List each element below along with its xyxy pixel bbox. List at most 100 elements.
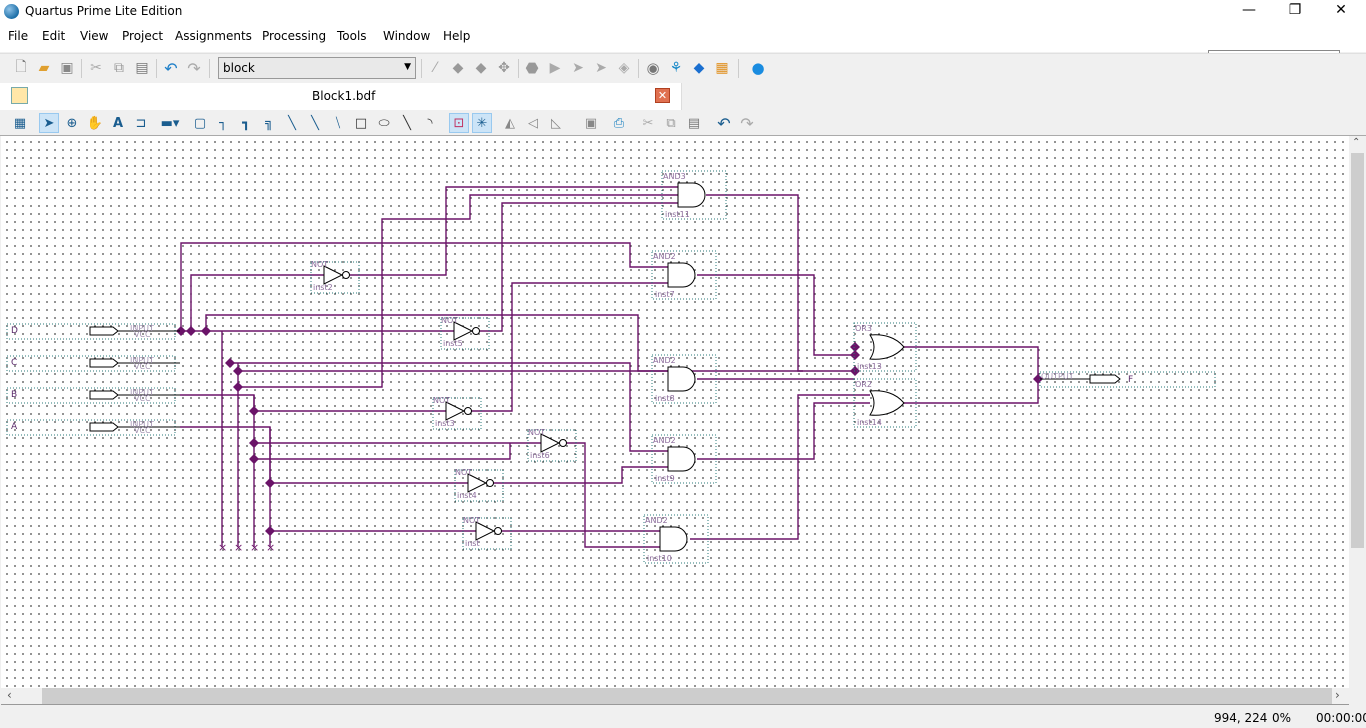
scroll-left-icon[interactable]: ‹ [7,688,12,702]
schematic-canvas[interactable]: D INPUT VCC C INPUT VCC B INPUT VCC A INPUT VCC OUTP… [1,136,1349,688]
save-icon[interactable]: ▣ [57,58,77,78]
new-file-icon[interactable]: 🗋 [11,58,31,78]
copy-icon[interactable]: ⧉ [109,58,129,78]
junction-dot [265,526,275,536]
rubberbanding-icon[interactable]: ⊡ [449,113,469,133]
diagonal-bus-tool-icon[interactable]: ╲ [305,113,325,133]
menu-tools[interactable]: Tools [337,29,367,43]
start-fitter-icon[interactable]: ➤ [591,58,611,78]
gate-inst: inst7 [655,290,675,299]
block-tool-icon[interactable]: ▢ [190,113,210,133]
arc-tool-icon[interactable]: ◝ [420,113,440,133]
input-pin-d [6,323,180,340]
elaboration-icon[interactable]: ◆ [471,58,491,78]
quartus-logo-icon [4,4,19,19]
and-symbol [677,182,706,208]
gate-type: NOT [455,468,472,477]
wire [180,242,668,331]
flip-horizontal-icon[interactable]: ◭ [500,113,520,133]
partial-line-selection-icon[interactable]: ✳ [472,113,492,133]
pin-default: VCC [134,362,151,371]
start-compilation-icon[interactable]: ▶ [545,58,565,78]
timing-analyzer-icon[interactable]: ◉ [643,58,663,78]
restore-button[interactable]: ❐ [1272,0,1318,22]
menu-view[interactable]: View [80,29,108,43]
menu-file[interactable]: File [8,29,28,43]
oval-tool-icon[interactable]: ⬭ [374,113,394,133]
paste-icon[interactable]: ▤ [132,58,152,78]
netlist-viewer-icon[interactable]: ⚘ [666,58,686,78]
orthogonal-bus-tool-icon[interactable]: ┓ [236,113,256,133]
rectangle-tool-icon[interactable]: □ [351,113,371,133]
junction-dot [225,358,235,368]
text-tool-icon[interactable]: A [108,113,128,133]
hand-tool-icon[interactable]: ✋ [85,113,105,133]
document-tab[interactable]: Block1.bdf ✕ [0,83,682,110]
close-tab-button[interactable]: ✕ [655,88,670,103]
orthogonal-conduit-tool-icon[interactable]: ╗ [259,113,279,133]
main-toolbar: 🗋 ▰ ▣ ✂ ⧉ ▤ ↶ ↷ block ▼ ⁄ ◆ ◆ ✥ ⬣ ▶ ➤ ➤ ◈… [0,53,1366,82]
print-icon[interactable]: ⎙ [609,113,629,133]
programmer-icon[interactable]: ▦ [712,58,732,78]
cut-icon[interactable]: ✂ [86,58,106,78]
document-title: Block1.bdf [312,89,376,103]
inversion-bubble [472,327,480,335]
menu-window[interactable]: Window [383,29,430,43]
diagonal-node-tool-icon[interactable]: ╲ [282,113,302,133]
wire-end-x: × [218,541,227,554]
undo-icon[interactable]: ↶ [161,58,181,78]
copy-icon[interactable]: ⧉ [661,113,681,133]
zoom-tool-icon[interactable]: ⊕ [62,113,82,133]
gate-inst: inst5 [443,339,463,348]
pin-tool-icon[interactable]: ▬▾ [154,113,186,133]
pin-planner-icon[interactable]: ⁄ [425,58,445,78]
gate-inst: inst [465,539,480,548]
symbol-tool-icon[interactable]: ⊐ [131,113,151,133]
save-icon[interactable]: ▣ [581,113,601,133]
detach-window-icon[interactable]: ▦ [10,113,30,133]
vertical-scroll-thumb[interactable] [1351,153,1364,548]
analysis-icon[interactable]: ◆ [448,58,468,78]
paste-icon[interactable]: ▤ [684,113,704,133]
minimize-button[interactable]: — [1226,0,1272,22]
wire [190,274,324,331]
line-tool-icon[interactable]: ╲ [397,113,417,133]
scroll-right-icon[interactable]: › [1335,688,1340,702]
flip-vertical-icon[interactable]: ◁ [523,113,543,133]
cut-icon[interactable]: ✂ [638,113,658,133]
diagonal-conduit-tool-icon[interactable]: ⧹ [328,113,348,133]
horizontal-scrollbar[interactable]: ‹ › [1,688,1349,705]
gate-type: OR3 [855,324,872,333]
input-pin-c [6,355,180,372]
chat-bubble-icon[interactable]: ● [748,58,768,78]
undo-icon[interactable]: ↶ [714,113,734,133]
horizontal-scroll-thumb[interactable] [42,688,1332,704]
orthogonal-node-tool-icon[interactable]: ┐ [213,113,233,133]
menu-assignments[interactable]: Assignments [175,29,252,43]
progress-percent: 0% [1272,711,1292,725]
rotate-icon[interactable]: ◺ [546,113,566,133]
hierarchy-combo[interactable]: block ▼ [218,57,416,79]
assembler-icon[interactable]: ◈ [614,58,634,78]
vertical-scrollbar[interactable]: ⌃ [1349,136,1366,688]
combo-value: block [223,61,255,75]
redo-icon[interactable]: ↷ [184,58,204,78]
synthesis-icon[interactable]: ✥ [494,58,514,78]
open-folder-icon[interactable]: ▰ [34,58,54,78]
gate-inst: inst14 [857,418,882,427]
menu-processing[interactable]: Processing [262,29,326,43]
close-button[interactable]: ✕ [1318,0,1364,22]
menu-project[interactable]: Project [122,29,163,43]
stop-icon[interactable]: ⬣ [522,58,542,78]
gate-type: NOT [311,260,328,269]
selection-tool-icon[interactable]: ➤ [39,113,59,133]
start-analysis-icon[interactable]: ➤ [568,58,588,78]
chip-planner-icon[interactable]: ◆ [689,58,709,78]
wire [903,346,1039,404]
schematic-drawing[interactable]: D INPUTVCCC INPUTVCCB INPUTVCCA INPUTVCCOUTP… [1,136,1349,688]
menu-edit[interactable]: Edit [42,29,65,43]
junction-dot [186,326,196,336]
redo-icon[interactable]: ↷ [737,113,757,133]
scroll-up-icon[interactable]: ⌃ [1352,137,1360,148]
menu-help[interactable]: Help [443,29,470,43]
